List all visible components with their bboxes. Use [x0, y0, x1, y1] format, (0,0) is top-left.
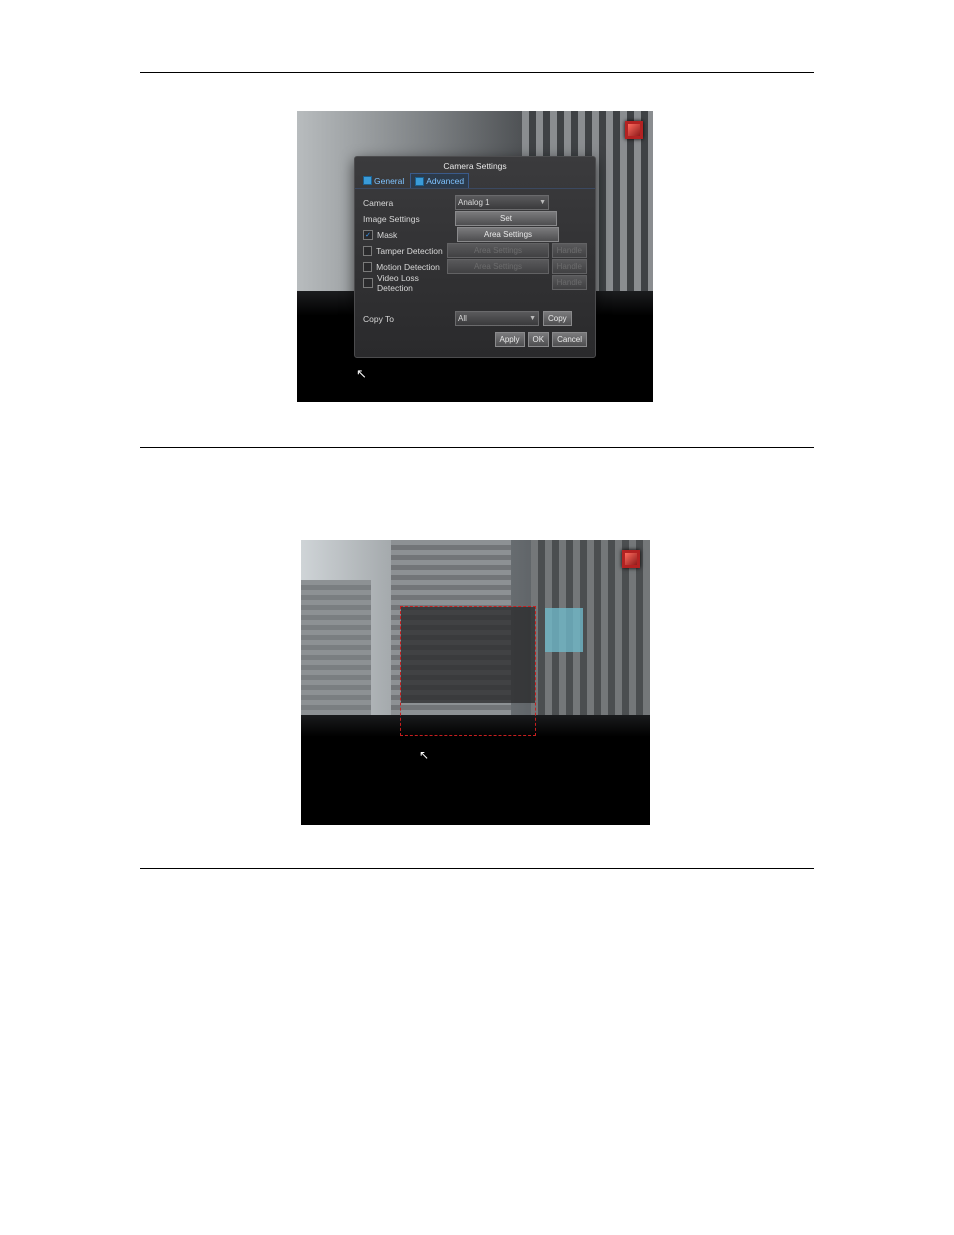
motion-handle-button[interactable]: Handle: [552, 259, 587, 274]
tamper-checkbox[interactable]: [363, 246, 372, 256]
row-camera: Camera Analog 1 ▼: [363, 195, 587, 210]
cursor-icon: ↖: [356, 366, 367, 382]
dialog-body: Camera Analog 1 ▼ Image Settings Set Mas…: [355, 189, 595, 295]
motion-checkbox[interactable]: [363, 262, 372, 272]
cursor-icon: ↖: [419, 748, 429, 762]
camera-settings-dialog: Camera Settings General Advanced Camera …: [354, 156, 596, 358]
divider: [140, 72, 814, 73]
camera-dropdown[interactable]: Analog 1 ▼: [455, 195, 549, 210]
record-icon: [625, 121, 643, 139]
label-image-settings: Image Settings: [363, 214, 455, 224]
tab-advanced[interactable]: Advanced: [410, 173, 469, 188]
tab-icon: [363, 176, 372, 185]
row-video-loss: Video Loss Detection Handle: [363, 275, 587, 290]
mask-selection-area[interactable]: [400, 606, 536, 736]
label-tamper: Tamper Detection: [376, 246, 447, 256]
bg-building-a: [301, 580, 371, 715]
dialog-footer: Apply OK Cancel: [355, 328, 595, 347]
record-icon: [622, 550, 640, 568]
chevron-down-icon: ▼: [529, 315, 536, 322]
label-copy-to: Copy To: [363, 314, 455, 324]
tab-label: Advanced: [426, 176, 464, 186]
label-mask: Mask: [377, 230, 457, 240]
chevron-down-icon: ▼: [539, 199, 546, 206]
motion-area-button[interactable]: Area Settings: [447, 259, 549, 274]
copy-button[interactable]: Copy: [543, 311, 572, 326]
videoloss-checkbox[interactable]: [363, 278, 373, 288]
label-camera: Camera: [363, 198, 455, 208]
apply-button[interactable]: Apply: [495, 332, 525, 347]
videoloss-handle-button[interactable]: Handle: [552, 275, 587, 290]
dropdown-value: Analog 1: [458, 198, 490, 207]
dialog-title: Camera Settings: [355, 157, 595, 173]
mask-area-button[interactable]: Area Settings: [457, 227, 559, 242]
label-video-loss: Video Loss Detection: [377, 273, 457, 293]
screenshot-mask-area: ↖: [301, 540, 650, 825]
tamper-handle-button[interactable]: Handle: [552, 243, 587, 258]
row-mask: Mask Area Settings: [363, 227, 587, 242]
row-copy-to: Copy To All ▼ Copy: [355, 295, 595, 328]
bg-cyan-block: [545, 608, 583, 652]
dialog-tabs: General Advanced: [355, 173, 595, 189]
label-motion: Motion Detection: [376, 262, 447, 272]
tab-label: General: [374, 176, 404, 186]
row-image-settings: Image Settings Set: [363, 211, 587, 226]
tab-general[interactable]: General: [359, 173, 408, 188]
divider: [140, 447, 814, 448]
cancel-button[interactable]: Cancel: [552, 332, 587, 347]
screenshot-camera-settings: ↖ Camera Settings General Advanced Camer…: [297, 111, 653, 402]
copy-dropdown[interactable]: All ▼: [455, 311, 539, 326]
set-button[interactable]: Set: [455, 211, 557, 226]
mask-checkbox[interactable]: [363, 230, 373, 240]
tamper-area-button[interactable]: Area Settings: [447, 243, 549, 258]
bg-dark: [301, 737, 650, 825]
row-tamper: Tamper Detection Area Settings Handle: [363, 243, 587, 258]
divider: [140, 868, 814, 869]
ok-button[interactable]: OK: [528, 332, 550, 347]
tab-icon: [415, 177, 424, 186]
dropdown-value: All: [458, 314, 467, 323]
